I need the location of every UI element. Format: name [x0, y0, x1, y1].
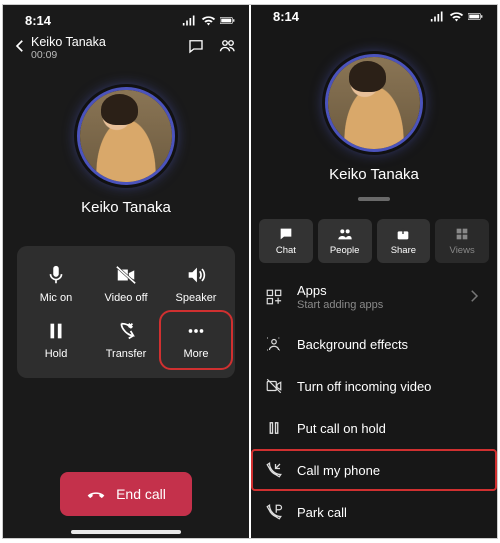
video-label: Video off [104, 292, 147, 304]
action-chat-label: Chat [276, 245, 296, 256]
menu-apps-sub: Start adding apps [297, 299, 383, 311]
chevron-right-icon [465, 287, 483, 308]
phone-screen-call-controls: 8:14 Keiko Tanaka 00:09 [3, 5, 249, 538]
menu-turn-off-incoming-video[interactable]: Turn off incoming video [251, 365, 497, 407]
chat-icon [187, 37, 205, 55]
status-time: 8:14 [25, 13, 51, 28]
speaker-icon [185, 264, 207, 286]
header-timer: 00:09 [31, 49, 187, 61]
action-people-label: People [330, 245, 360, 256]
background-effects-icon [265, 335, 283, 353]
menu-apps[interactable]: Apps Start adding apps [251, 271, 497, 323]
end-call-button[interactable]: End call [60, 472, 192, 516]
wifi-icon [201, 15, 216, 26]
status-time: 8:14 [273, 9, 299, 24]
menu-call-my-phone[interactable]: Call my phone [251, 449, 497, 491]
status-indicators [430, 11, 483, 22]
call-header: Keiko Tanaka 00:09 [3, 31, 249, 67]
more-icon [185, 320, 207, 342]
sheet-drag-handle[interactable] [358, 197, 390, 201]
header-name: Keiko Tanaka [31, 35, 187, 49]
people-button[interactable] [219, 37, 237, 60]
menu-apps-title: Apps [297, 283, 327, 298]
call-controls-panel: Mic on Video off Speaker Hold Transfer M… [17, 246, 235, 378]
menu-park-label: Park call [297, 505, 347, 520]
share-icon [395, 226, 411, 242]
people-icon [337, 226, 353, 242]
wifi-icon [449, 11, 464, 22]
video-off-icon [115, 264, 137, 286]
cellular-icon [182, 15, 197, 26]
speaker-label: Speaker [176, 292, 217, 304]
status-bar: 8:14 [251, 5, 497, 24]
caller-avatar [325, 54, 423, 152]
battery-icon [468, 11, 483, 22]
park-call-icon [265, 503, 283, 521]
caller-name-label: Keiko Tanaka [81, 199, 171, 216]
pause-icon [265, 419, 283, 437]
phone-screen-more-menu: 8:14 Keiko Tanaka Chat People [251, 5, 497, 538]
status-indicators [182, 15, 235, 26]
caller-avatar [77, 87, 175, 185]
grid-icon [454, 226, 470, 242]
menu-hold-label: Put call on hold [297, 421, 386, 436]
transfer-label: Transfer [106, 348, 147, 360]
hangup-icon [86, 484, 106, 504]
cellular-icon [430, 11, 445, 22]
status-bar: 8:14 [3, 5, 249, 31]
transfer-icon [115, 320, 137, 342]
menu-park-call[interactable]: Park call [251, 491, 497, 533]
back-button[interactable] [11, 37, 29, 60]
menu-transfer[interactable]: Transfer [251, 533, 497, 538]
chat-button[interactable] [187, 37, 205, 60]
menu-bg-label: Background effects [297, 337, 408, 352]
speaker-button[interactable]: Speaker [161, 256, 231, 312]
more-menu-list: Apps Start adding apps Background effect… [251, 271, 497, 538]
mic-button[interactable]: Mic on [21, 256, 91, 312]
action-chat[interactable]: Chat [259, 219, 313, 263]
action-views-label: Views [450, 245, 475, 256]
action-views[interactable]: Views [435, 219, 489, 263]
chevron-left-icon [11, 37, 29, 55]
chat-icon [278, 226, 294, 242]
apps-icon [265, 288, 283, 306]
home-indicator[interactable] [71, 530, 181, 534]
end-call-label: End call [116, 486, 166, 502]
call-incoming-icon [265, 461, 283, 479]
menu-incoming-label: Turn off incoming video [297, 379, 431, 394]
more-label: More [183, 348, 208, 360]
menu-callphone-label: Call my phone [297, 463, 380, 478]
people-icon [219, 37, 237, 55]
mic-icon [45, 264, 67, 286]
hold-button[interactable]: Hold [21, 312, 91, 368]
video-off-icon [265, 377, 283, 395]
transfer-button[interactable]: Transfer [91, 312, 161, 368]
action-row: Chat People Share Views [251, 219, 497, 263]
menu-background-effects[interactable]: Background effects [251, 323, 497, 365]
more-button[interactable]: More [161, 312, 231, 368]
menu-put-on-hold[interactable]: Put call on hold [251, 407, 497, 449]
mic-label: Mic on [40, 292, 72, 304]
video-button[interactable]: Video off [91, 256, 161, 312]
action-people[interactable]: People [318, 219, 372, 263]
action-share-label: Share [391, 245, 416, 256]
battery-icon [220, 15, 235, 26]
caller-name-label: Keiko Tanaka [329, 166, 419, 183]
pause-icon [45, 320, 67, 342]
action-share[interactable]: Share [377, 219, 431, 263]
hold-label: Hold [45, 348, 68, 360]
